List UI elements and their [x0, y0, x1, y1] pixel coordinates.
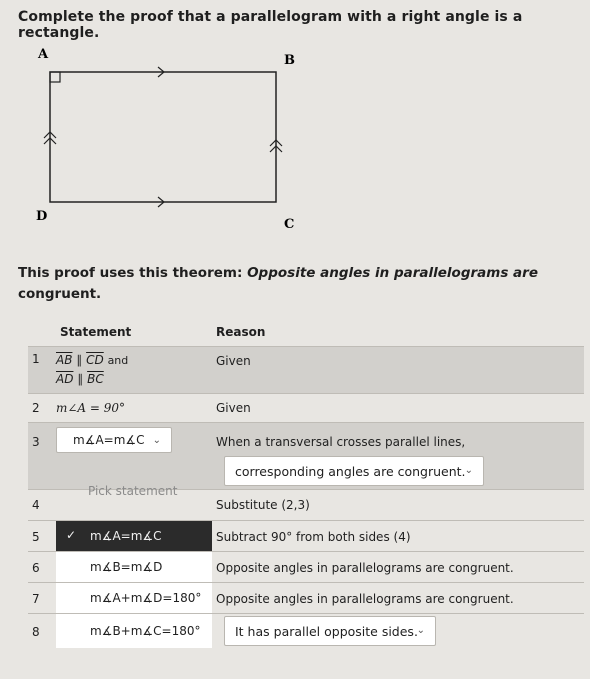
check-icon: ✓	[66, 528, 77, 542]
question-prompt: Complete the proof that a parallelogram …	[18, 9, 523, 41]
statement-text: m∡B=m∡D	[90, 560, 163, 574]
proof-table-header: Statement Reason	[28, 318, 584, 346]
parallel-symbol: ∥	[76, 353, 83, 367]
parallelogram-figure: A B D C	[36, 47, 295, 232]
pick-statement-placeholder[interactable]: Pick statement	[88, 484, 177, 498]
row-number: 8	[32, 625, 40, 639]
header-reason: Reason	[216, 325, 266, 339]
segment-ad: AD	[56, 372, 74, 386]
reason-text: When a transversal crosses parallel line…	[216, 435, 466, 449]
right-angle-marker	[49, 71, 61, 83]
table-row: 1 AB ∥ CD and AD ∥ BC Given	[28, 346, 584, 393]
segment-bc: BC	[87, 372, 104, 386]
table-row: 3 m∡A=m∡C ⌄ When a transversal crosses p…	[28, 422, 584, 489]
row-number: 5	[32, 530, 40, 544]
chevron-down-icon: ⌄	[464, 465, 473, 476]
vertex-label-a: A	[37, 47, 49, 62]
statement-option[interactable]: m∡B=m∡D	[56, 552, 212, 582]
rectangle-outline	[49, 71, 277, 203]
row-number: 1	[32, 352, 40, 366]
chevron-down-icon: ⌄	[416, 625, 425, 636]
statement-text: m∡A+m∡D=180°	[90, 591, 202, 605]
row-number: 2	[32, 401, 40, 415]
segment-ab: AB	[56, 353, 73, 367]
statement-text: m∡A=m∡C	[90, 529, 162, 543]
reason-dropdown[interactable]: corresponding angles are congruent. ⌄	[224, 456, 484, 486]
statement-text: m∡B+m∡C=180°	[90, 624, 201, 638]
reason-selected: It has parallel opposite sides.	[235, 624, 418, 639]
theorem-name-cont: congruent.	[18, 286, 102, 302]
theorem-note: This proof uses this theorem: Opposite a…	[18, 263, 558, 305]
table-row: 2 m∠A = 90° Given	[28, 393, 584, 422]
header-statement: Statement	[60, 325, 132, 339]
theorem-prefix: This proof uses this theorem:	[18, 265, 248, 281]
statement-dropdown[interactable]: m∡A=m∡C ⌄	[56, 427, 172, 453]
statement-selected: m∡A=m∡C	[73, 433, 145, 447]
table-row: 4 Pick statement Substitute (2,3)	[28, 484, 584, 520]
vertex-label-c: C	[284, 217, 294, 232]
vertex-label-d: D	[36, 209, 47, 224]
row-number: 3	[32, 435, 40, 449]
reason-text: Opposite angles in parallelograms are co…	[216, 561, 514, 575]
reason-text: Given	[216, 401, 251, 415]
table-row: m∡B+m∡C=180° 8 It has parallel opposite …	[28, 613, 584, 648]
reason-text: Substitute (2,3)	[216, 498, 310, 512]
vertex-label-b: B	[284, 53, 295, 68]
parallel-symbol: ∥	[77, 372, 84, 386]
row-number: 6	[32, 561, 40, 575]
table-row: m∡A+m∡D=180° 7 Opposite angles in parall…	[28, 582, 584, 613]
row-number: 7	[32, 592, 40, 606]
statement-text: AB ∥ CD and AD ∥ BC	[56, 351, 128, 388]
theorem-name: Opposite angles in parallelograms are	[247, 265, 538, 281]
reason-text: Given	[216, 354, 251, 368]
chevron-down-icon: ⌄	[152, 435, 161, 446]
proof-table: Statement Reason 1 AB ∥ CD and AD ∥ BC G…	[28, 318, 584, 648]
segment-cd: CD	[86, 353, 104, 367]
reason-dropdown[interactable]: It has parallel opposite sides. ⌄	[224, 616, 436, 646]
reason-selected: corresponding angles are congruent.	[235, 464, 466, 479]
statement-text: m∠A = 90°	[56, 401, 126, 415]
table-row: m∡B=m∡D 6 Opposite angles in parallelogr…	[28, 551, 584, 582]
statement-option-selected[interactable]: ✓ m∡A=m∡C	[56, 521, 212, 551]
table-row: ✓ m∡A=m∡C 5 Subtract 90° from both sides…	[28, 520, 584, 551]
reason-text: Opposite angles in parallelograms are co…	[216, 592, 514, 606]
reason-text: Subtract 90° from both sides (4)	[216, 530, 411, 544]
statement-option[interactable]: m∡A+m∡D=180°	[56, 583, 212, 613]
and-word: and	[107, 354, 129, 367]
statement-option[interactable]: m∡B+m∡C=180°	[56, 614, 212, 648]
row-number: 4	[32, 498, 40, 512]
